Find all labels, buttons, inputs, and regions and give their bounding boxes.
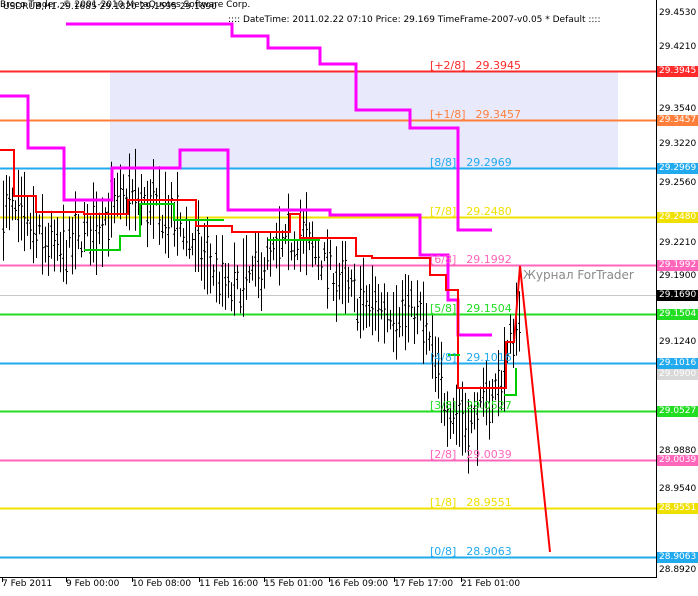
murrey-level-label: [0/8] 28.9063: [430, 545, 512, 558]
murrey-level-label: [4/8] 29.1016: [430, 351, 512, 364]
level-price-badge: 29.1504: [657, 309, 698, 320]
murrey-level-value: 29.2969: [466, 155, 512, 169]
price-axis-tick: 29.4530: [659, 8, 697, 18]
murrey-level-label: [3/8] 29.0527: [430, 399, 512, 412]
murrey-level-label: [6/8] 29.1992: [430, 253, 512, 266]
murrey-level-tag: [8/8]: [430, 155, 457, 169]
murrey-level-tag: [+2/8]: [430, 58, 466, 72]
time-axis-label: 16 Feb 09:00: [329, 579, 389, 589]
murrey-level-label: [2/8] 29.0039: [430, 448, 512, 461]
chart-window[interactable]: USDRUB,H1 29.1685 29.1820 29.1595 29.169…: [0, 0, 698, 596]
murrey-level-tag: [1/8]: [430, 495, 457, 509]
murrey-level-label: [+2/8] 29.3945: [430, 59, 521, 72]
murrey-level-value: 28.9063: [466, 544, 512, 558]
price-axis-tick: 29.2560: [659, 178, 697, 188]
price-axis-tick: 29.2210: [659, 238, 697, 248]
time-axis-label: 11 Feb 16:00: [199, 579, 259, 589]
murrey-level-tag: [5/8]: [430, 301, 457, 315]
level-price-badge: 29.3457: [657, 115, 698, 126]
symbol-header: USDRUB,H1 29.1685 29.1820 29.1595 29.169…: [3, 2, 217, 12]
level-price-badge: 28.9063: [657, 552, 698, 563]
time-axis-label: 17 Feb 17:00: [394, 579, 454, 589]
time-axis-label: 21 Feb 01:00: [461, 579, 521, 589]
time-axis-label: 9 Feb 00:00: [66, 579, 120, 589]
info-bar: :::: DateTime: 2011.02.22 07:10 Price: 2…: [228, 15, 601, 25]
murrey-level-tag: [0/8]: [430, 544, 457, 558]
time-axis-label: 15 Feb 01:00: [264, 579, 324, 589]
murrey-level-value: 29.1504: [466, 301, 512, 315]
level-price-badge: 29.0527: [657, 406, 698, 417]
murrey-level-value: 29.0039: [466, 447, 512, 461]
murrey-level-value: 29.0527: [466, 398, 512, 412]
price-axis-tick: 29.1240: [659, 337, 697, 347]
murrey-level-tag: [2/8]: [430, 447, 457, 461]
level-price-badge: 29.0039: [657, 455, 698, 466]
level-price-badge: 28.9551: [657, 503, 698, 514]
time-axis-label: 7 Feb 2011: [2, 579, 53, 589]
murrey-level-label: [+1/8] 29.3457: [430, 108, 521, 121]
price-axis-tick: 28.9540: [659, 484, 697, 494]
level-price-badge: 29.1016: [657, 358, 698, 369]
current-price-badge: 29.1690: [657, 290, 698, 301]
murrey-level-value: 29.1016: [466, 350, 512, 364]
level-price-badge: 29.2480: [657, 212, 698, 223]
murrey-level-tag: [4/8]: [430, 350, 457, 364]
chart-canvas: [0, 22, 656, 559]
price-axis-tick: 29.1900: [659, 271, 697, 281]
price-axis-tick: 29.3540: [659, 104, 697, 114]
murrey-level-label: [8/8] 29.2969: [430, 156, 512, 169]
murrey-level-value: 28.9551: [466, 495, 512, 509]
extra-price-badge: 29.0900: [657, 369, 698, 380]
murrey-level-tag: [3/8]: [430, 398, 457, 412]
level-price-badge: 29.3945: [657, 66, 698, 77]
price-axis-tick: 29.3220: [659, 139, 697, 149]
level-price-badge: 29.1992: [657, 260, 698, 271]
price-axis-tick: 29.4210: [659, 42, 697, 52]
murrey-level-label: [1/8] 28.9551: [430, 496, 512, 509]
murrey-level-tag: [+1/8]: [430, 107, 466, 121]
murrey-level-tag: [7/8]: [430, 204, 457, 218]
price-axis-tick: 28.8920: [659, 565, 697, 575]
time-axis-label: 10 Feb 08:00: [132, 579, 192, 589]
murrey-level-tag: [6/8]: [430, 252, 457, 266]
price-chart-plot[interactable]: USDRUB,H1 29.1685 29.1820 29.1595 29.169…: [0, 0, 657, 578]
murrey-level-value: 29.3457: [475, 107, 522, 121]
murrey-level-value: 29.3945: [475, 58, 522, 72]
murrey-level-label: [7/8] 29.2480: [430, 205, 512, 218]
murrey-level-value: 29.2480: [466, 204, 512, 218]
level-price-badge: 29.2969: [657, 163, 698, 174]
murrey-level-value: 29.1992: [466, 252, 512, 266]
murrey-level-label: [5/8] 29.1504: [430, 302, 512, 315]
watermark-text: Журнал ForTrader: [523, 268, 634, 282]
